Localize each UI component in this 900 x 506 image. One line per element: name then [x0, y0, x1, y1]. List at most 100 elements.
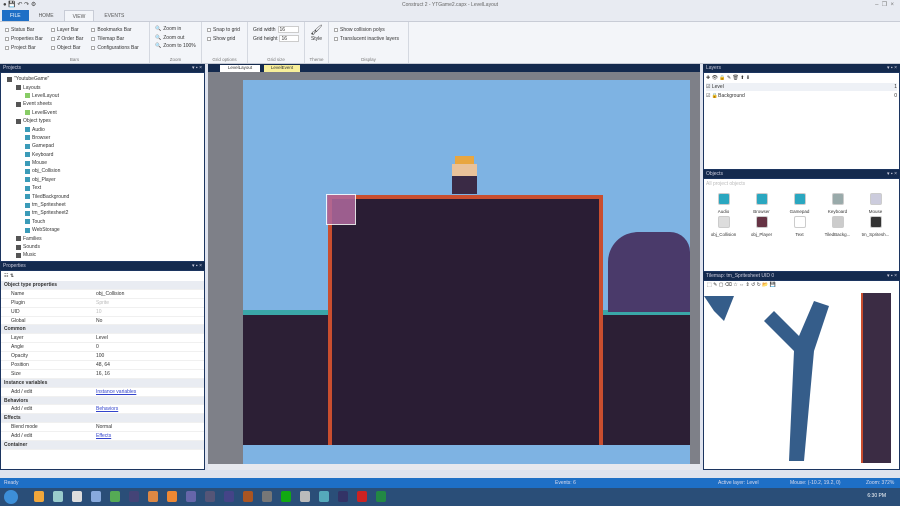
horizontal-scrollbar[interactable]	[208, 464, 700, 470]
bar-checkbox[interactable]: Tilemap Bar	[91, 34, 138, 43]
window-controls[interactable]: – ❐ ×	[875, 1, 894, 8]
bar-checkbox[interactable]: Object Bar	[50, 43, 83, 52]
project-tree-item[interactable]: Object types	[3, 117, 202, 125]
zoom-in-button[interactable]: 🔍 Zoom in	[155, 25, 196, 33]
taskbar-app-icon[interactable]	[262, 491, 272, 502]
project-tree-item[interactable]: Music	[3, 251, 202, 259]
taskbar-app-icon[interactable]	[91, 491, 101, 502]
show-grid-checkbox[interactable]: Show grid	[207, 34, 242, 43]
zoom-out-button[interactable]: 🔍 Zoom out	[155, 33, 196, 41]
taskbar-app-icon[interactable]	[129, 491, 139, 502]
property-row[interactable]: Opacity 100	[1, 352, 204, 362]
property-value[interactable]: Effects	[96, 433, 111, 439]
tab-home[interactable]: HOME	[31, 10, 62, 21]
project-tree-item[interactable]: tm_Spritesheet	[3, 201, 202, 209]
project-tree-item[interactable]: tm_Spritesheet2	[3, 209, 202, 217]
property-row[interactable]: Layer Level	[1, 334, 204, 344]
grid-width-input[interactable]: 16	[277, 26, 299, 33]
object-item[interactable]: Browser	[744, 193, 779, 214]
property-section[interactable]: Behaviors	[1, 396, 204, 406]
property-row[interactable]: Add / edit Behaviors	[1, 405, 204, 415]
taskbar-app-icon[interactable]	[205, 491, 215, 502]
object-item[interactable]: Audio	[706, 193, 741, 214]
tree-tile-image[interactable]	[704, 291, 859, 461]
taskbar-app-icon[interactable]	[243, 491, 253, 502]
taskbar-app-icon[interactable]	[34, 491, 44, 502]
tileset-strip[interactable]	[861, 293, 891, 463]
project-tree-item[interactable]: Event sheets	[3, 100, 202, 108]
bar-checkbox[interactable]: Status Bar	[5, 25, 43, 34]
quick-access-toolbar[interactable]: ● 💾 ↶ ↷ ⚙	[3, 1, 36, 8]
object-item[interactable]: obj_Player	[744, 216, 779, 237]
tilemap-toolbar[interactable]: ⬚ ✎ ▢ ⌫ ☆ ⇔ ⇕ ↺ ↻ 📂 💾	[704, 281, 899, 290]
tab-view[interactable]: VIEW	[63, 10, 95, 21]
object-item[interactable]: Text	[782, 216, 817, 237]
project-tree-item[interactable]: LevelEvent	[3, 109, 202, 117]
taskbar-app-icon[interactable]	[167, 491, 177, 502]
taskbar-app-icon[interactable]	[53, 491, 63, 502]
layer-toolbar[interactable]: ✚ 👁 🔒 ✎ 🗑 ⬆ ⬇	[706, 75, 897, 83]
property-row[interactable]: Plugin Sprite	[1, 299, 204, 308]
translucent-layers-checkbox[interactable]: Translucent inactive layers	[334, 34, 403, 43]
zoom-100-button[interactable]: 🔍 Zoom to 100%	[155, 42, 196, 50]
property-row[interactable]: Position 48, 64	[1, 361, 204, 370]
project-tree-item[interactable]: LevelLayout	[3, 92, 202, 100]
style-button[interactable]: Style	[310, 36, 323, 42]
property-row[interactable]: Global No	[1, 317, 204, 326]
player-sprite[interactable]	[452, 156, 477, 194]
project-tree-item[interactable]: Gamepad	[3, 142, 202, 150]
taskbar-app-icon[interactable]	[224, 491, 234, 502]
taskbar-app-icon[interactable]	[319, 491, 329, 502]
taskbar-app-icon[interactable]	[281, 491, 291, 502]
property-value[interactable]: Behaviors	[96, 406, 118, 412]
project-tree-item[interactable]: obj_Player	[3, 176, 202, 184]
project-tree-item[interactable]: obj_Collision	[3, 167, 202, 175]
snap-to-grid-checkbox[interactable]: Snap to grid	[207, 25, 242, 34]
project-tree-item[interactable]: Mouse	[3, 159, 202, 167]
taskbar-app-icon[interactable]	[357, 491, 367, 502]
object-item[interactable]: tm_Spritesh...	[858, 216, 893, 237]
start-button[interactable]	[4, 490, 18, 504]
sort-icons[interactable]: ☷ ⇅	[1, 271, 204, 281]
property-section[interactable]: Container	[1, 441, 204, 450]
taskbar-app-icon[interactable]	[72, 491, 82, 502]
bar-checkbox[interactable]: Properties Bar	[5, 34, 43, 43]
property-row[interactable]: Blend mode Normal	[1, 423, 204, 433]
objects-search-input[interactable]: All project objects	[706, 181, 897, 189]
object-item[interactable]: Mouse	[858, 193, 893, 214]
bar-checkbox[interactable]: Layer Bar	[50, 25, 83, 34]
object-item[interactable]: Keyboard	[820, 193, 855, 214]
bar-checkbox[interactable]: Z Order Bar	[50, 34, 83, 43]
grid-height-input[interactable]: 16	[279, 35, 299, 42]
property-section[interactable]: Object type properties	[1, 281, 204, 290]
property-row[interactable]: Size 16, 16	[1, 370, 204, 379]
project-tree-item[interactable]: Text	[3, 184, 202, 192]
layer-row[interactable]: ☑ 🔒Background 0	[706, 91, 897, 99]
property-row[interactable]: Add / edit Effects	[1, 432, 204, 442]
show-collision-polys-checkbox[interactable]: Show collision polys	[334, 25, 403, 34]
tab-file[interactable]: FILE	[2, 10, 29, 21]
selected-collision-object[interactable]	[326, 194, 356, 225]
property-row[interactable]: UID 10	[1, 308, 204, 317]
taskbar-app-icon[interactable]	[300, 491, 310, 502]
layout-canvas[interactable]	[208, 72, 700, 470]
project-tree-item[interactable]: Keyboard	[3, 151, 202, 159]
taskbar-app-icon[interactable]	[110, 491, 120, 502]
taskbar-app-icon[interactable]	[148, 491, 158, 502]
project-tree-item[interactable]: WebStorage	[3, 226, 202, 234]
taskbar-app-icon[interactable]	[338, 491, 348, 502]
property-section[interactable]: Common	[1, 325, 204, 335]
bar-checkbox[interactable]: Bookmarks Bar	[91, 25, 138, 34]
bar-checkbox[interactable]: Configurations Bar	[91, 43, 139, 52]
tab-levelevent[interactable]: LevelEvent	[264, 65, 300, 72]
project-tree-item[interactable]: Touch	[3, 218, 202, 226]
project-tree-item[interactable]: TiledBackground	[3, 192, 202, 200]
property-value[interactable]: Instance variables	[96, 389, 136, 395]
property-row[interactable]: Angle 0	[1, 343, 204, 353]
object-item[interactable]: Gamepad	[782, 193, 817, 214]
project-tree-item[interactable]: Layouts	[3, 83, 202, 91]
layer-row[interactable]: ☑ Level 1	[706, 83, 897, 92]
property-section[interactable]: Effects	[1, 414, 204, 424]
taskbar-app-icon[interactable]	[376, 491, 386, 502]
tab-events[interactable]: EVENTS	[96, 10, 132, 21]
